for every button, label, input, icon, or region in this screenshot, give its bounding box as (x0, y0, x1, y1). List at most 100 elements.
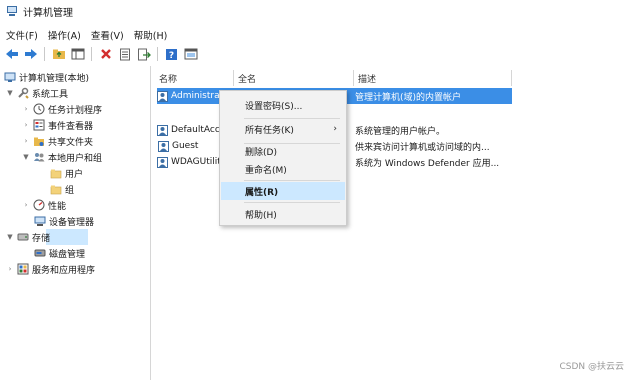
tree-item-system-tools[interactable]: ▼ 系统工具 (6, 85, 68, 101)
forward-arrow-icon[interactable] (23, 47, 38, 62)
tree-item-event-viewer[interactable]: › 事件查看器 (22, 117, 93, 133)
chevron-right-icon[interactable]: › (22, 105, 30, 113)
tree-item-label: 性能 (48, 201, 67, 212)
tree-item-shared-folders[interactable]: › 共享文件夹 (22, 133, 93, 149)
folder-icon (50, 167, 62, 179)
menu-item-set-password[interactable]: 设置密码(S)... (221, 96, 345, 114)
menu-bar: 文件(F) 操作(A) 查看(V) 帮助(H) (0, 27, 632, 43)
tree-item-label: 计算机管理(本地) (19, 73, 90, 84)
menu-item-delete[interactable]: 删除(D) (221, 142, 345, 160)
menu-separator (244, 118, 340, 119)
user-description: 管理计算机(域)的内置帐户 (355, 92, 462, 103)
tree-item-groups[interactable]: 组 (50, 181, 74, 197)
watermark: CSDN @扶云云 (559, 362, 624, 372)
back-arrow-icon[interactable] (4, 47, 19, 62)
toolbar: ? (0, 44, 632, 64)
shared-folder-icon (33, 135, 45, 147)
toolbar-separator (91, 47, 92, 61)
column-divider[interactable] (511, 70, 512, 86)
console-tree: 计算机管理(本地) ▼ 系统工具 › 任务计划程序 › 事件查看器 › 共享文件… (0, 66, 151, 380)
tree-item-task-scheduler[interactable]: › 任务计划程序 (22, 101, 102, 117)
tree-selection-highlight (46, 229, 88, 245)
tree-item-storage[interactable]: ▼ 存储 (6, 229, 50, 245)
menu-item-label: 设置密码(S)... (245, 101, 303, 112)
menu-item-label: 属性(R) (245, 187, 279, 198)
menu-separator (244, 180, 340, 181)
disk-icon (34, 247, 46, 259)
column-divider[interactable] (233, 70, 234, 86)
menu-item-help[interactable]: 帮助(H) (221, 205, 345, 223)
tree-item-local-users-groups[interactable]: ▼ 本地用户和组 (22, 149, 102, 165)
folder-icon (50, 183, 62, 195)
tree-item-label: 系统工具 (32, 89, 69, 100)
tree-item-label: 共享文件夹 (48, 137, 94, 148)
chevron-right-icon[interactable]: › (6, 265, 14, 273)
menu-item-label: 所有任务(K) (245, 125, 294, 136)
menu-item-rename[interactable]: 重命名(M) (221, 160, 345, 178)
tree-item-device-manager[interactable]: 设备管理器 (34, 213, 94, 229)
column-header-description[interactable]: 描述 (358, 70, 376, 86)
chevron-down-icon[interactable]: ▼ (22, 153, 30, 161)
tree-item-label: 服务和应用程序 (32, 265, 96, 276)
chevron-right-icon[interactable]: › (22, 201, 30, 209)
user-description: 系统为 Windows Defender 应用... (355, 158, 500, 169)
help-icon[interactable]: ? (164, 47, 179, 62)
console-tree-icon[interactable] (183, 47, 198, 62)
tree-item-label: 设备管理器 (49, 217, 95, 228)
toolbar-separator (157, 47, 158, 61)
svg-text:?: ? (169, 51, 174, 61)
chevron-down-icon[interactable]: ▼ (6, 89, 14, 97)
chevron-right-icon[interactable]: › (22, 137, 30, 145)
chevron-right-icon: › (333, 124, 337, 134)
tree-item-label: 事件查看器 (48, 121, 94, 132)
computer-icon (4, 71, 16, 83)
tree-item-label: 组 (65, 185, 75, 196)
tree-item-performance[interactable]: › 性能 (22, 197, 66, 213)
column-header-fullname[interactable]: 全名 (238, 70, 256, 86)
chevron-down-icon[interactable]: ▼ (6, 233, 14, 241)
menu-separator (244, 202, 340, 203)
tree-item-label: 用户 (65, 169, 84, 180)
context-menu: 设置密码(S)... 所有任务(K) › 删除(D) 重命名(M) 属性(R) … (219, 90, 347, 226)
menu-action[interactable]: 操作(A) (48, 28, 81, 42)
tools-icon (17, 87, 29, 99)
tree-item-disk-management[interactable]: 磁盘管理 (34, 245, 85, 261)
menu-item-all-tasks[interactable]: 所有任务(K) › (221, 120, 345, 138)
menu-view[interactable]: 查看(V) (91, 28, 124, 42)
properties-icon[interactable] (117, 47, 132, 62)
up-folder-icon[interactable] (51, 47, 66, 62)
tree-item-label: 任务计划程序 (48, 105, 103, 116)
toolbar-separator (44, 47, 45, 61)
column-header-name[interactable]: 名称 (159, 70, 177, 86)
menu-item-label: 帮助(H) (245, 210, 277, 221)
performance-icon (33, 199, 45, 211)
menu-help[interactable]: 帮助(H) (134, 28, 168, 42)
export-icon[interactable] (136, 47, 151, 62)
menu-item-label: 重命名(M) (245, 165, 287, 176)
user-icon (157, 140, 169, 152)
storage-icon (17, 231, 29, 243)
menu-item-properties[interactable]: 属性(R) (221, 182, 345, 200)
delete-icon[interactable] (98, 47, 113, 62)
title-bar: 计算机管理 (0, 0, 632, 22)
tree-item-services-apps[interactable]: › 服务和应用程序 (6, 261, 95, 277)
chevron-right-icon[interactable]: › (22, 121, 30, 129)
user-description: 系统管理的用户帐户。 (355, 126, 446, 137)
user-icon (157, 124, 168, 136)
user-name: Guest (172, 141, 199, 151)
window-title: 计算机管理 (23, 7, 73, 19)
tree-item-label: 本地用户和组 (48, 153, 103, 164)
tree-item-label: 磁盘管理 (49, 249, 86, 260)
tree-item-users[interactable]: 用户 (50, 165, 83, 181)
users-group-icon (33, 151, 45, 163)
tree-item-computer-management[interactable]: 计算机管理(本地) (4, 69, 89, 85)
show-pane-icon[interactable] (70, 47, 85, 62)
device-manager-icon (34, 215, 46, 227)
menu-file[interactable]: 文件(F) (6, 28, 38, 42)
computer-management-icon (6, 5, 18, 17)
user-icon (157, 156, 168, 168)
event-viewer-icon (33, 119, 45, 131)
menu-item-label: 删除(D) (245, 147, 277, 158)
column-divider[interactable] (353, 70, 354, 86)
user-description: 供来宾访问计算机或访问域的内... (355, 142, 490, 153)
